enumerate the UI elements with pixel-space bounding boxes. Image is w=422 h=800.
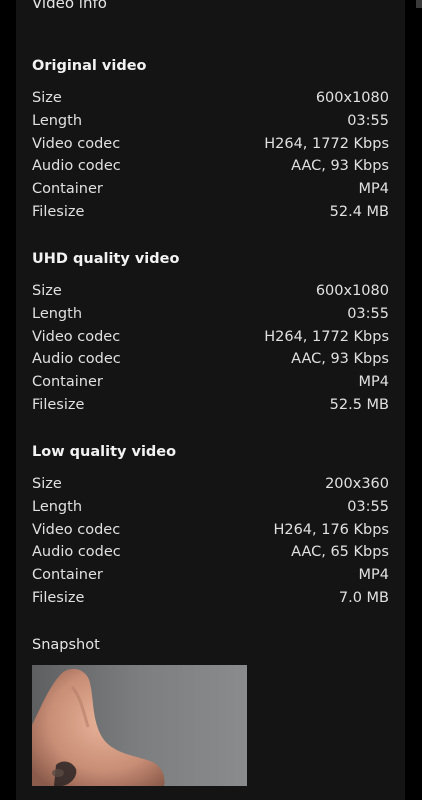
original-video-section: Original video Size 600x1080 Length 03:5… [32,55,389,224]
info-value: 600x1080 [315,283,389,299]
info-row-filesize: Filesize 7.0 MB [32,587,389,610]
info-value: 600x1080 [315,90,389,106]
info-key: Filesize [32,589,85,606]
info-row-container: Container MP4 [32,178,389,201]
info-row-length: Length 03:55 [32,303,389,326]
section-heading: Original video [32,58,147,74]
info-row-audio-codec: Audio codec AAC, 93 Kbps [32,348,389,371]
info-row-filesize: Filesize 52.5 MB [32,394,389,417]
info-value: H264, 1772 Kbps [264,135,389,152]
info-row-size: Size 600x1080 [32,87,389,110]
info-row-size: Size 600x1080 [32,280,389,303]
info-value: 7.0 MB [338,589,389,606]
info-key: Audio codec [32,544,121,561]
scrollbar-thumb[interactable] [416,0,422,8]
info-row-size: Size 200x360 [32,473,389,496]
info-value: MP4 [358,374,389,391]
info-key: Length [32,112,83,129]
section-heading: UHD quality video [32,251,180,267]
info-key: Video codec [32,521,121,538]
info-value: 52.5 MB [329,396,389,413]
info-key: Size [32,283,62,299]
panel-title: Video info [32,0,107,12]
scrollbar-track[interactable] [416,0,422,800]
info-key: Size [32,90,62,106]
info-key: Filesize [32,396,85,413]
info-value: AAC, 65 Kbps [291,544,389,561]
section-heading: Low quality video [32,444,177,460]
info-value: MP4 [358,181,389,198]
info-row-container: Container MP4 [32,371,389,394]
snapshot-image[interactable] [32,665,247,786]
info-value: 03:55 [347,112,389,129]
info-value: H264, 1772 Kbps [264,328,389,345]
info-row-length: Length 03:55 [32,496,389,519]
info-key: Size [32,476,62,492]
info-key: Audio codec [32,351,121,368]
info-value: 52.4 MB [329,203,389,220]
info-key: Length [32,305,83,322]
info-row-video-codec: Video codec H264, 176 Kbps [32,519,389,542]
info-row-length: Length 03:55 [32,110,389,133]
video-info-panel: Video info Original video Size 600x1080 … [16,0,405,800]
info-key: Length [32,498,83,515]
info-row-filesize: Filesize 52.4 MB [32,201,389,224]
info-row-video-codec: Video codec H264, 1772 Kbps [32,326,389,349]
info-key: Filesize [32,203,85,220]
info-row-video-codec: Video codec H264, 1772 Kbps [32,133,389,156]
info-value: 03:55 [347,305,389,322]
low-quality-video-section: Low quality video Size 200x360 Length 03… [32,441,389,610]
info-row-audio-codec: Audio codec AAC, 93 Kbps [32,155,389,178]
snapshot-label: Snapshot [32,637,100,653]
info-value: AAC, 93 Kbps [291,158,389,175]
uhd-video-section: UHD quality video Size 600x1080 Length 0… [32,248,389,417]
info-key: Audio codec [32,158,121,175]
info-key: Container [32,181,103,198]
snapshot-picture [32,665,247,786]
info-key: Video codec [32,135,121,152]
info-value: 03:55 [347,498,389,515]
info-row-container: Container MP4 [32,564,389,587]
info-value: AAC, 93 Kbps [291,351,389,368]
info-key: Video codec [32,328,121,345]
info-key: Container [32,567,103,584]
info-value: 200x360 [325,476,389,492]
info-value: H264, 176 Kbps [273,521,389,538]
info-value: MP4 [358,567,389,584]
info-row-audio-codec: Audio codec AAC, 65 Kbps [32,541,389,564]
info-key: Container [32,374,103,391]
